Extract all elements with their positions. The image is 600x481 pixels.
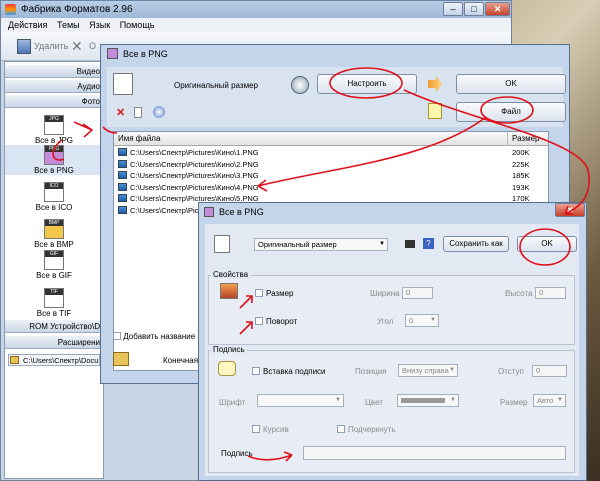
annotation-arrowhead-sidebar — [73, 121, 94, 138]
annotation-arrow-caption — [247, 451, 293, 462]
annotation-arrow-rotate — [239, 321, 253, 335]
annotation-overlay — [52, 67, 590, 462]
annotation-arrow-file-to-list — [257, 116, 487, 192]
annotation-arrow-size — [239, 295, 253, 309]
annotation-circle-configure — [329, 67, 403, 99]
annotation-circle-ok — [519, 228, 571, 266]
annotation-arrow-png — [52, 139, 65, 161]
annotation-arrow-configure-to-ok — [403, 89, 590, 215]
annotation-arrow-to-dialog — [102, 126, 118, 134]
annotation-circle-file — [480, 96, 534, 124]
